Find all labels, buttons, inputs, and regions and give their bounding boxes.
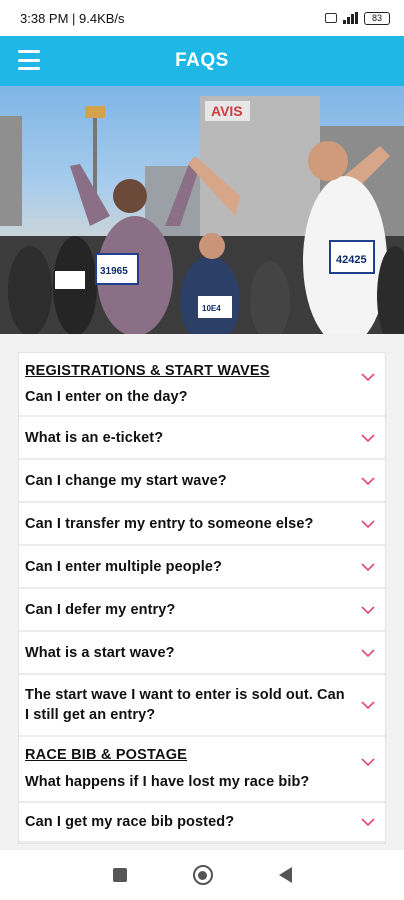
- recent-apps-button[interactable]: [112, 868, 127, 882]
- back-button[interactable]: [278, 867, 292, 883]
- faq-question: Can I defer my entry?: [25, 601, 176, 618]
- faq-item[interactable]: What is an e-ticket?: [19, 417, 385, 460]
- chevron-down-icon[interactable]: [361, 698, 375, 712]
- faq-question: Can I change my start wave?: [25, 472, 227, 489]
- menu-icon-bar: [18, 50, 40, 53]
- faq-item[interactable]: Can I change my start wave?: [19, 460, 385, 503]
- faq-question: Can I enter multiple people?: [25, 558, 222, 575]
- faq-question: What is an e-ticket?: [25, 429, 164, 446]
- menu-button[interactable]: [18, 50, 40, 70]
- chevron-down-icon[interactable]: [361, 560, 375, 574]
- faq-item[interactable]: Can I transfer my entry to someone else?: [19, 503, 385, 546]
- faq-list: REGISTRATIONS & START WAVES Can I enter …: [0, 334, 404, 850]
- faq-question: What is a start wave?: [25, 644, 175, 661]
- chevron-down-icon[interactable]: [361, 517, 375, 531]
- faq-item[interactable]: The start wave I want to enter is sold o…: [19, 675, 385, 737]
- runners-photo: AVIS 31965 10E4 42425: [0, 96, 404, 334]
- chevron-down-icon[interactable]: [361, 646, 375, 660]
- chevron-down-icon[interactable]: [361, 474, 375, 488]
- home-button[interactable]: [192, 865, 213, 885]
- system-nav-bar: [0, 850, 404, 900]
- status-time: 3:38 PM | 9.4KB/s: [20, 10, 125, 26]
- chevron-down-icon[interactable]: [361, 431, 375, 445]
- sim-icon: [325, 13, 337, 23]
- faq-item[interactable]: Can I get my race bib posted?: [19, 803, 385, 843]
- chevron-down-icon[interactable]: [361, 755, 375, 769]
- faq-item[interactable]: What happens if I have lost my race bib?: [19, 758, 385, 803]
- section-title-registrations: REGISTRATIONS & START WAVES: [25, 363, 270, 379]
- faq-item[interactable]: Can I enter multiple people?: [19, 546, 385, 589]
- chevron-down-icon[interactable]: [361, 815, 375, 829]
- faq-question: Can I enter on the day?: [25, 389, 188, 405]
- faq-item[interactable]: What is a start wave?: [19, 632, 385, 675]
- hero-bib-1: 31965: [100, 266, 128, 277]
- page-title: FAQS: [175, 50, 229, 71]
- menu-icon-bar: [18, 58, 40, 62]
- menu-icon-bar: [18, 67, 40, 70]
- battery-icon: 83: [364, 11, 390, 25]
- faq-item[interactable]: Can I enter on the day?: [19, 373, 385, 417]
- hero-image: AVIS 31965 10E4 42425: [0, 86, 404, 334]
- status-bar: 3:38 PM | 9.4KB/s 83: [0, 0, 404, 36]
- faq-question: The start wave I want to enter is sold o…: [25, 687, 345, 723]
- app-bar: FAQS: [0, 36, 404, 86]
- home-icon: [198, 870, 207, 880]
- faq-item[interactable]: Can I defer my entry?: [19, 589, 385, 632]
- faq-question: Can I transfer my entry to someone else?: [25, 515, 314, 532]
- status-icons: 83: [325, 11, 390, 25]
- signal-icon: [343, 12, 358, 24]
- section-title-race-bib: RACE BIB & POSTAGE: [25, 747, 188, 763]
- hero-bib-2: 42425: [336, 254, 367, 266]
- hero-bib-3: 10E4: [202, 304, 221, 313]
- faq-question: What happens if I have lost my race bib?: [25, 774, 310, 790]
- hero-sign-text: AVIS: [211, 103, 243, 119]
- chevron-down-icon[interactable]: [361, 370, 375, 384]
- chevron-down-icon[interactable]: [361, 603, 375, 617]
- faq-question: Can I get my race bib posted?: [25, 814, 235, 830]
- faq-card: REGISTRATIONS & START WAVES Can I enter …: [18, 352, 386, 844]
